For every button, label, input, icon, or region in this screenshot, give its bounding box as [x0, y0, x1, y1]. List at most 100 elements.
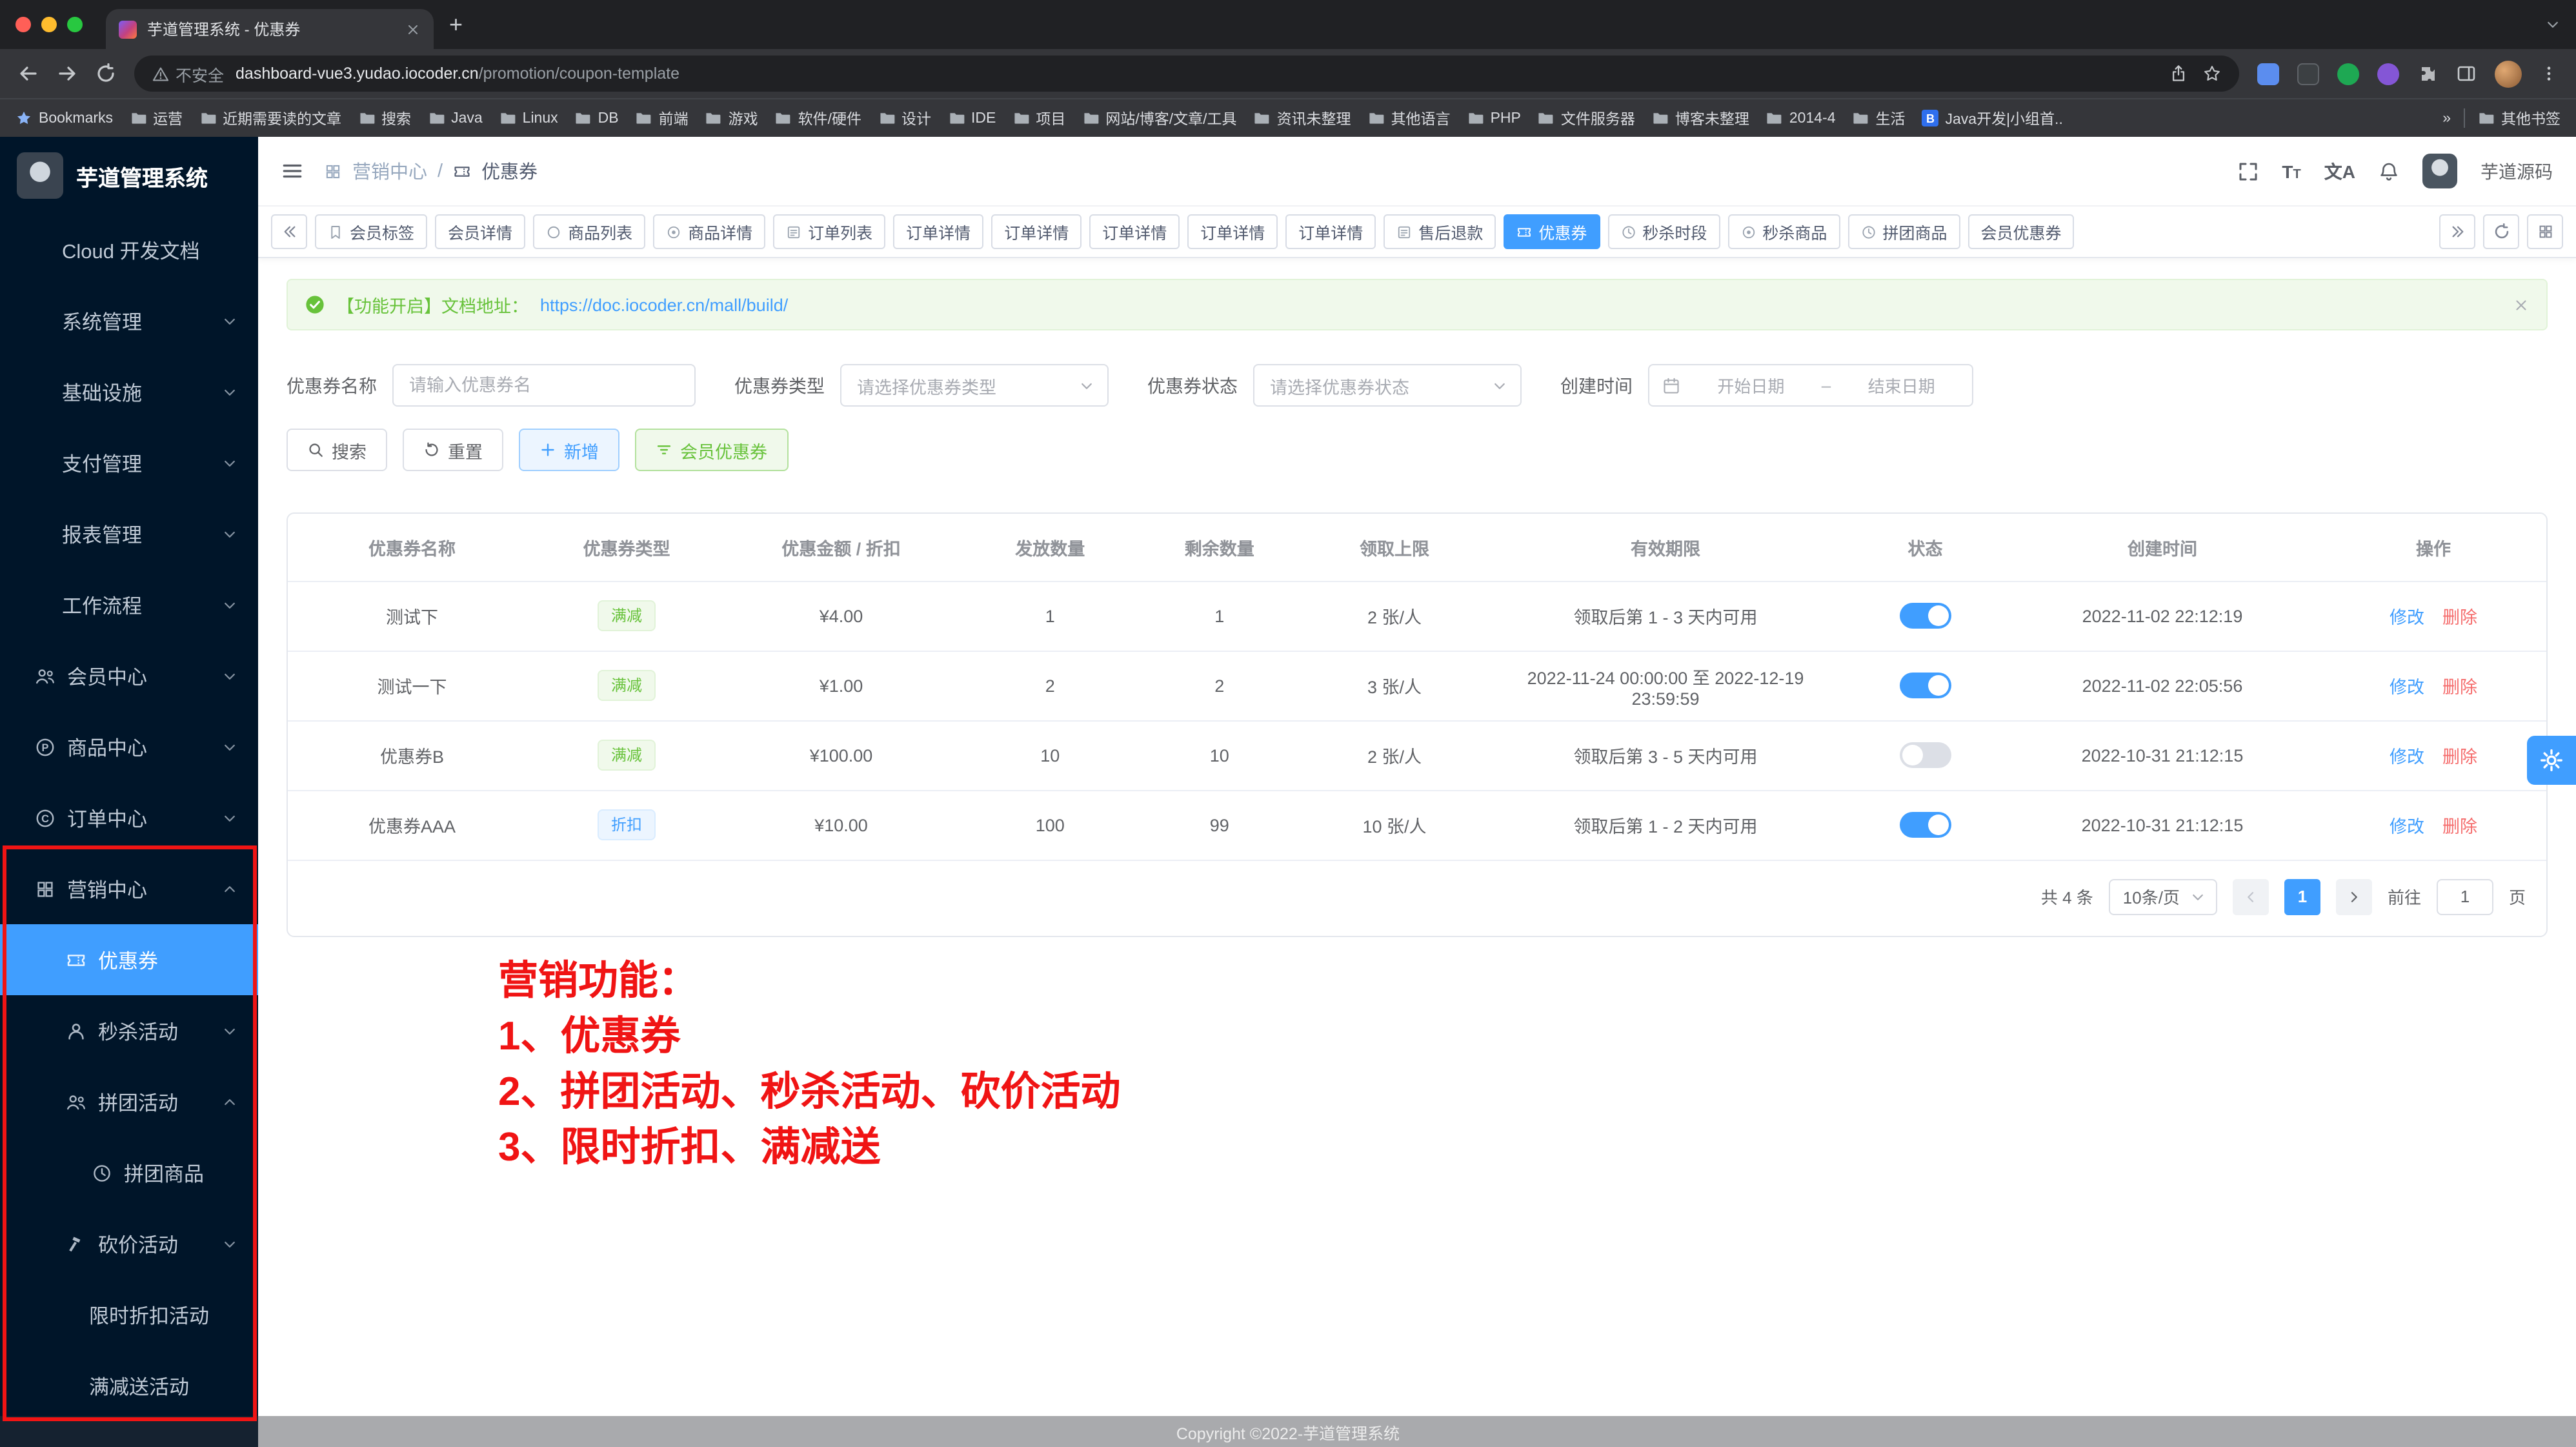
bookmark-folder[interactable]: 搜索	[358, 108, 411, 128]
page-tab[interactable]: 商品列表	[533, 214, 645, 249]
bookmark-folder[interactable]: IDE	[948, 110, 996, 126]
collapse-sidebar-icon[interactable]	[281, 160, 303, 182]
page-tab[interactable]: 秒杀商品	[1727, 214, 1840, 249]
add-button[interactable]: 新增	[519, 429, 619, 471]
other-bookmarks[interactable]: 其他书签	[2478, 108, 2561, 128]
address-bar[interactable]: 不安全 dashboard-vue3.yudao.iocoder.cn/prom…	[134, 56, 2239, 92]
sidebar-item-coupon[interactable]: 优惠券	[0, 924, 258, 995]
bookmark-folder[interactable]: 博客未整理	[1652, 108, 1749, 128]
alert-link[interactable]: https://doc.iocoder.cn/mall/build/	[540, 295, 788, 314]
zoom-window-button[interactable]	[67, 17, 83, 32]
bookmark-folder[interactable]: 软件/硬件	[775, 108, 861, 128]
status-toggle[interactable]	[1900, 812, 1951, 838]
sidebar-item-promotion-center[interactable]: 营销中心	[0, 853, 258, 924]
share-icon[interactable]	[2169, 65, 2188, 83]
page-tab[interactable]: 秒杀时段	[1607, 214, 1720, 249]
delete-link[interactable]: 删除	[2442, 817, 2477, 836]
member-coupon-button[interactable]: 会员优惠券	[635, 429, 788, 471]
refresh-page-button[interactable]	[2483, 214, 2519, 249]
scroll-tabs-left-button[interactable]	[271, 214, 307, 249]
bookmark-folder[interactable]: 运营	[130, 108, 183, 128]
bookmark-folder[interactable]: 网站/博客/文章/工具	[1082, 108, 1236, 128]
page-number-button[interactable]: 1	[2284, 878, 2320, 915]
extension-icon[interactable]	[2377, 63, 2399, 85]
tabs-menu-button[interactable]	[2527, 214, 2563, 249]
sidebar-item-order-center[interactable]: 订单中心	[0, 782, 258, 853]
page-tab[interactable]: 售后退款	[1384, 214, 1496, 249]
sidebar-item-groupon[interactable]: 拼团活动	[0, 1066, 258, 1137]
bookmark-folder[interactable]: 游戏	[705, 108, 758, 128]
bookmark-folder[interactable]: 生活	[1853, 108, 1906, 128]
prev-page-button[interactable]	[2233, 878, 2269, 915]
coupon-name-input[interactable]	[392, 364, 696, 407]
page-tab[interactable]: 订单详情	[1089, 214, 1180, 249]
user-avatar[interactable]	[2422, 154, 2457, 188]
status-toggle[interactable]	[1900, 673, 1951, 698]
sidebar-item-seckill[interactable]: 秒杀活动	[0, 995, 258, 1066]
page-tab[interactable]: 订单详情	[1285, 214, 1376, 249]
search-button[interactable]: 搜索	[287, 429, 387, 471]
bookmark-folder[interactable]: 其他语言	[1368, 108, 1451, 128]
page-tab[interactable]: 会员详情	[435, 214, 525, 249]
tab-search-icon[interactable]	[2545, 13, 2561, 36]
locale-icon[interactable]: 文A	[2324, 158, 2355, 184]
bookmark-folder[interactable]: PHP	[1467, 110, 1521, 126]
bookmark-folder[interactable]: 近期需要读的文章	[199, 108, 341, 128]
edit-link[interactable]: 修改	[2390, 608, 2424, 627]
notification-bell-icon[interactable]	[2379, 161, 2399, 181]
edit-link[interactable]: 修改	[2390, 678, 2424, 697]
sidebar-item-bargain[interactable]: 砍价活动	[0, 1208, 258, 1279]
coupon-status-select[interactable]: 请选择优惠券状态	[1253, 364, 1522, 407]
sidebar-item-product-center[interactable]: 商品中心	[0, 711, 258, 782]
page-tab[interactable]: 会员优惠券	[1967, 214, 2074, 249]
extension-icon[interactable]	[2257, 63, 2279, 85]
status-toggle[interactable]	[1900, 603, 1951, 629]
reload-icon[interactable]	[96, 63, 116, 84]
username[interactable]: 芋道源码	[2480, 158, 2553, 184]
bookmark-folder[interactable]: 设计	[878, 108, 931, 128]
minimize-window-button[interactable]	[41, 17, 57, 32]
sidebar-item-cloud-docs[interactable]: Cloud 开发文档	[0, 214, 258, 285]
sidebar-item-reward[interactable]: 满减送活动	[0, 1350, 258, 1421]
bookmark-folder[interactable]: 前端	[636, 108, 689, 128]
delete-link[interactable]: 删除	[2442, 747, 2477, 767]
bookmark-folder[interactable]: 2014-4	[1766, 110, 1836, 126]
sidebar-item-workflow[interactable]: 工作流程	[0, 569, 258, 640]
fullscreen-icon[interactable]	[2238, 161, 2259, 181]
settings-gear-button[interactable]	[2527, 736, 2576, 785]
scroll-tabs-right-button[interactable]	[2439, 214, 2475, 249]
sidebar-item-member-center[interactable]: 会员中心	[0, 640, 258, 711]
page-tab[interactable]: 订单详情	[1187, 214, 1278, 249]
page-tab[interactable]: 订单详情	[893, 214, 983, 249]
end-date-placeholder[interactable]: 结束日期	[1844, 373, 1959, 398]
bookmark-folder[interactable]: Java	[428, 110, 483, 126]
sidebar-item-infra[interactable]: 基础设施	[0, 356, 258, 427]
close-window-button[interactable]	[15, 17, 31, 32]
extension-icon[interactable]	[2337, 63, 2359, 85]
create-time-range-picker[interactable]: 开始日期 – 结束日期	[1648, 364, 1973, 407]
start-date-placeholder[interactable]: 开始日期	[1693, 373, 1809, 398]
forward-icon[interactable]	[57, 63, 77, 84]
font-size-icon[interactable]: TT	[2282, 161, 2300, 181]
coupon-type-select[interactable]: 请选择优惠券类型	[840, 364, 1109, 407]
reset-button[interactable]: 重置	[403, 429, 503, 471]
bookmark-folder[interactable]: DB	[575, 110, 619, 126]
page-tab[interactable]: 订单详情	[991, 214, 1082, 249]
side-panel-icon[interactable]	[2456, 63, 2477, 84]
sidebar-item-pay[interactable]: 支付管理	[0, 427, 258, 498]
delete-link[interactable]: 删除	[2442, 608, 2477, 627]
bookmark-star-icon[interactable]	[2203, 65, 2221, 83]
browser-profile-avatar[interactable]	[2495, 60, 2522, 87]
bookmark-folder[interactable]: 文件服务器	[1538, 108, 1635, 128]
breadcrumb-item[interactable]: 营销中心	[352, 157, 427, 185]
new-tab-button[interactable]: +	[449, 13, 463, 36]
back-icon[interactable]	[18, 63, 39, 84]
bookmark-folder[interactable]: 项目	[1012, 108, 1065, 128]
delete-link[interactable]: 删除	[2442, 678, 2477, 697]
close-alert-icon[interactable]	[2513, 296, 2530, 313]
page-size-select[interactable]: 10条/页	[2109, 878, 2217, 915]
page-tab-active[interactable]: 优惠券	[1504, 214, 1600, 249]
bookmark-folder[interactable]: 资讯未整理	[1254, 108, 1351, 128]
close-tab-icon[interactable]	[405, 21, 421, 37]
sidebar-item-system[interactable]: 系统管理	[0, 285, 258, 356]
